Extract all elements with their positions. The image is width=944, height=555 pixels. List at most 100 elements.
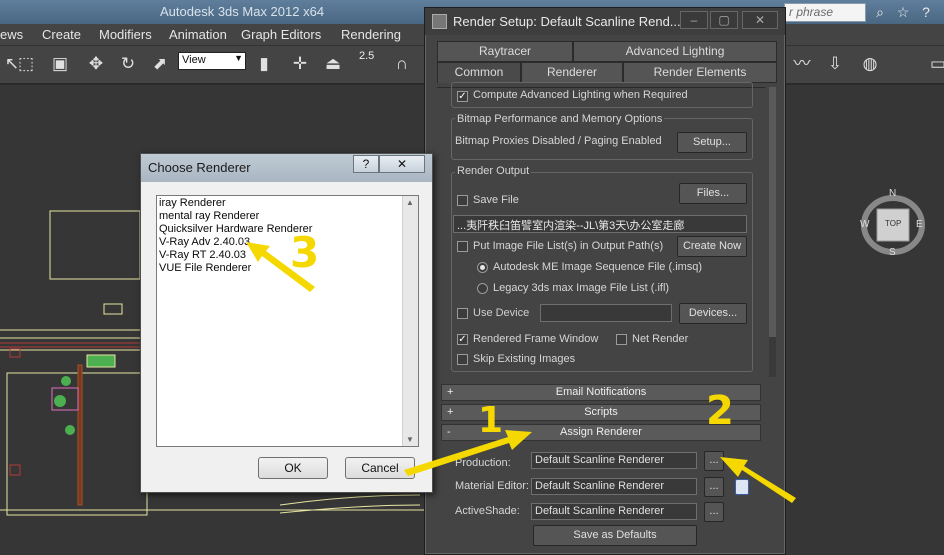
devices-button[interactable]: Devices... [679, 303, 747, 324]
tab-common[interactable]: Common [437, 62, 521, 83]
teapot-icon [432, 14, 447, 29]
window-crossing-icon[interactable]: ▣ [48, 52, 72, 76]
material-editor-label: Material Editor: [455, 480, 529, 492]
reference-coordinate-select[interactable]: View ▼ [178, 52, 246, 70]
renderer-list-scrollbar[interactable]: ▲ ▼ [402, 196, 418, 446]
compute-advanced-lighting-checkbox[interactable]: ✓ [457, 91, 468, 102]
net-render-label: Net Render [632, 333, 689, 345]
choose-renderer-title-bar[interactable]: Choose Renderer ? ✕ [141, 154, 432, 182]
use-device-label: Use Device [473, 307, 530, 319]
render-setup-window: Render Setup: Default Scanline Rend... –… [424, 7, 786, 555]
close-icon[interactable]: ✕ [742, 11, 778, 29]
pivot-icon[interactable]: ▮ [252, 52, 276, 76]
renderer-item-iray[interactable]: iray Renderer [159, 197, 226, 209]
lock-icon[interactable] [735, 479, 749, 495]
app-title: Autodesk 3ds Max 2012 x64 [160, 4, 325, 19]
tab-advanced-lighting[interactable]: Advanced Lighting [573, 41, 777, 62]
net-render-checkbox[interactable] [616, 334, 627, 345]
ifl-radio[interactable] [477, 283, 488, 294]
choose-renderer-title: Choose Renderer [148, 160, 251, 175]
chevron-down-icon: ▼ [234, 53, 243, 63]
material-editor-browse-button[interactable]: ... [704, 477, 724, 497]
renderer-list[interactable]: iray Renderer mental ray Renderer Quicks… [156, 195, 419, 447]
star-icon[interactable]: ☆ [893, 3, 913, 22]
bitmap-setup-button[interactable]: Setup... [677, 132, 747, 153]
binoculars-icon[interactable]: ⌕ [870, 3, 890, 22]
annotation-step-3: 3 [290, 228, 320, 277]
scroll-down-icon[interactable]: ▼ [406, 435, 414, 444]
curve-editor-icon[interactable]: 〰 [790, 52, 814, 76]
rollup-scripts-label: Scripts [584, 406, 618, 418]
device-field[interactable] [540, 304, 672, 322]
menu-create[interactable]: Create [42, 27, 81, 42]
tab-raytracer[interactable]: Raytracer [437, 41, 573, 62]
tab-render-elements[interactable]: Render Elements [623, 62, 777, 83]
save-as-defaults-button[interactable]: Save as Defaults [533, 525, 697, 546]
help-button[interactable]: ? [353, 155, 379, 173]
close-button[interactable]: ✕ [379, 155, 425, 173]
rendered-frame-window-checkbox[interactable]: ✓ [457, 334, 468, 345]
menu-animation[interactable]: Animation [169, 27, 227, 42]
render-setup-title: Render Setup: Default Scanline Rend... [453, 14, 681, 29]
save-file-checkbox[interactable] [457, 195, 468, 206]
render-frame-icon[interactable]: ▭ [926, 52, 944, 76]
choose-renderer-dialog: Choose Renderer ? ✕ iray Renderer mental… [140, 153, 433, 493]
production-label: Production: [455, 457, 511, 469]
expand-icon: + [447, 386, 454, 398]
scale-icon[interactable]: ⬈ [148, 52, 172, 76]
magnet-icon[interactable]: ∩ [390, 52, 414, 76]
tab-renderer[interactable]: Renderer [521, 62, 623, 83]
material-editor-icon[interactable]: ◍ [858, 52, 882, 76]
scrollbar-thumb[interactable] [769, 87, 776, 337]
ok-button[interactable]: OK [258, 457, 328, 479]
save-file-label: Save File [473, 194, 519, 206]
imsq-label: Autodesk ME Image Sequence File (.imsq) [493, 261, 703, 273]
ifl-label: Legacy 3ds max Image File List (.ifl) [493, 282, 670, 294]
skip-existing-checkbox[interactable] [457, 354, 468, 365]
cancel-button[interactable]: Cancel [345, 457, 415, 479]
reference-coordinate-value: View [182, 54, 206, 66]
output-path-field[interactable]: ...夷阡秩臼笛譬室内渲染--JL\第3天\办公室走廊 [453, 215, 747, 233]
renderer-item-mental-ray[interactable]: mental ray Renderer [159, 210, 259, 222]
activeshade-label: ActiveShade: [455, 505, 520, 517]
common-panel: ✓ Compute Advanced Lighting when Require… [437, 82, 765, 377]
production-browse-button[interactable]: ... [704, 451, 724, 471]
select-manipulate-icon[interactable]: ✛ [288, 52, 312, 76]
move-icon[interactable]: ✥ [84, 52, 108, 76]
render-setup-scrollbar[interactable] [769, 87, 776, 377]
create-now-button[interactable]: Create Now [677, 236, 747, 257]
keyboard-shortcut-icon[interactable]: ⏏ [321, 52, 345, 76]
collapse-icon: - [447, 426, 451, 438]
search-input[interactable]: r phrase [784, 3, 866, 22]
snap-value: 2.5 [359, 50, 375, 62]
maximize-icon[interactable]: ▢ [710, 11, 738, 29]
help-icon[interactable]: ? [916, 3, 936, 22]
files-button[interactable]: Files... [679, 183, 747, 204]
scroll-up-icon[interactable]: ▲ [406, 198, 414, 207]
annotation-step-1: 1 [478, 400, 504, 441]
menu-views[interactable]: ews [0, 27, 23, 42]
annotation-step-2: 2 [706, 388, 734, 434]
rotate-icon[interactable]: ↻ [116, 52, 140, 76]
schematic-view-icon[interactable]: ⇩ [823, 52, 847, 76]
region-select-icon[interactable]: ⬚ [14, 52, 38, 76]
rendered-frame-window-label: Rendered Frame Window [473, 333, 599, 345]
viewcube-top-label: TOP [885, 219, 902, 228]
menu-modifiers[interactable]: Modifiers [99, 27, 152, 42]
activeshade-renderer-field: Default Scanline Renderer [531, 503, 697, 520]
renderer-item-vue[interactable]: VUE File Renderer [159, 262, 251, 274]
render-setup-title-bar[interactable]: Render Setup: Default Scanline Rend... –… [425, 8, 785, 35]
menu-rendering[interactable]: Rendering [341, 27, 401, 42]
imsq-radio[interactable] [477, 262, 488, 273]
viewcube[interactable]: TOP N E W S [860, 185, 926, 258]
minimize-icon[interactable]: – [680, 11, 708, 29]
renderer-item-vray-rt[interactable]: V-Ray RT 2.40.03 [159, 249, 246, 261]
bitmap-options-title: Bitmap Performance and Memory Options [455, 113, 665, 125]
menu-graph-editors[interactable]: Graph Editors [241, 27, 321, 42]
use-device-checkbox[interactable] [457, 308, 468, 319]
activeshade-browse-button[interactable]: ... [704, 502, 724, 522]
compass-e-label: E [916, 219, 923, 230]
renderer-item-vray-adv[interactable]: V-Ray Adv 2.40.03 [159, 236, 250, 248]
compass-w-label: W [860, 219, 870, 230]
put-image-file-list-checkbox[interactable] [457, 241, 468, 252]
